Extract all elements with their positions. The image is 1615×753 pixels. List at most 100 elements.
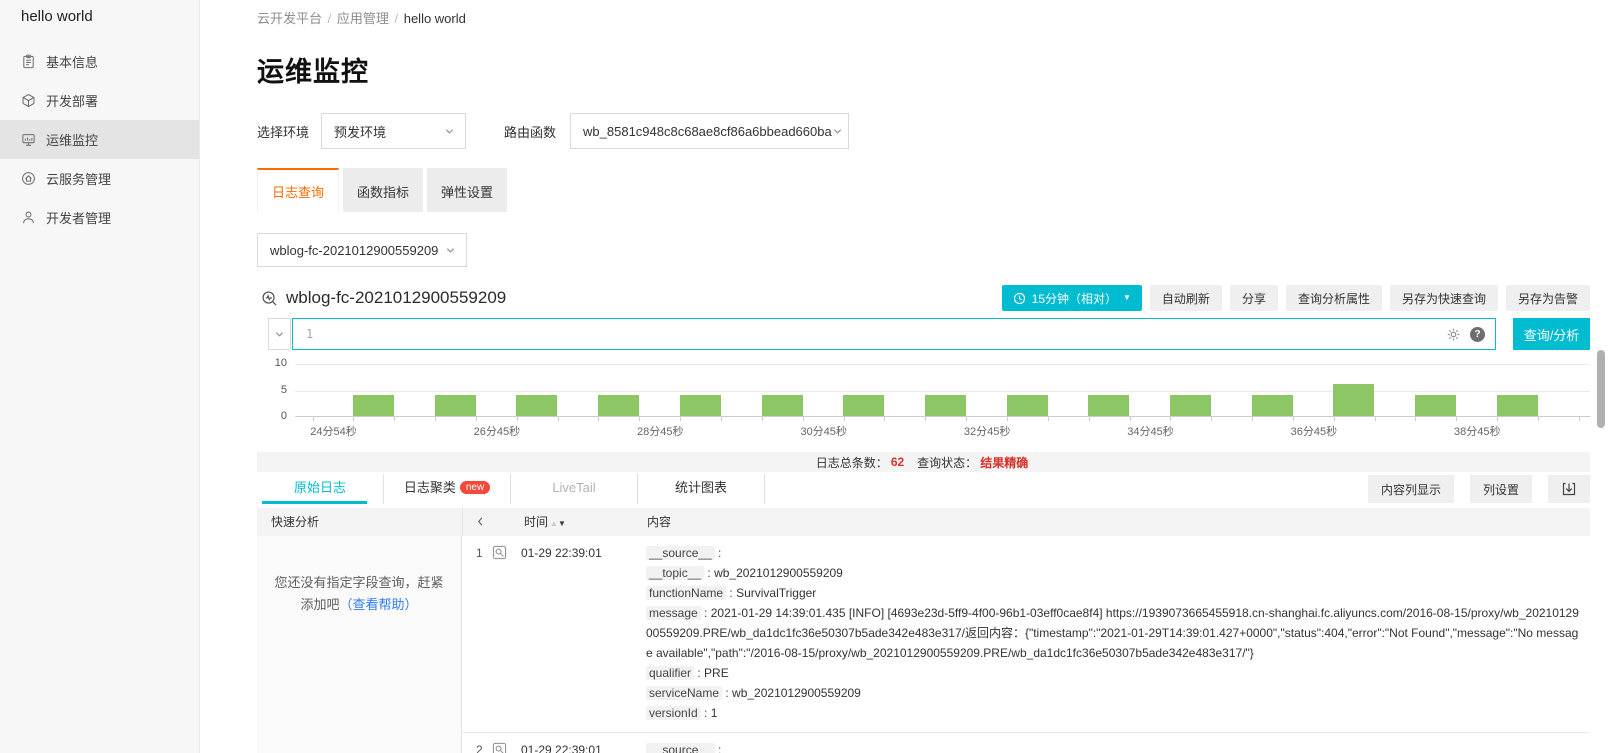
x-axis-tick [598, 417, 599, 421]
log-row-index: 2 [476, 743, 483, 753]
histogram-bar[interactable] [762, 395, 803, 416]
sidebar-item-dev-deploy[interactable]: 开发部署 [0, 81, 199, 120]
collapse-quick-analysis-button[interactable] [475, 516, 486, 527]
gear-icon[interactable] [1446, 327, 1461, 342]
histogram-bar[interactable] [843, 395, 884, 416]
histogram-bar[interactable] [1497, 395, 1538, 416]
zoom-log-icon[interactable] [492, 545, 507, 560]
panel-action-button[interactable]: 另存为告警 [1506, 285, 1590, 311]
panel-action-button[interactable]: 另存为快速查询 [1390, 285, 1498, 311]
histogram-bar[interactable] [516, 395, 557, 416]
sort-desc-icon[interactable]: ▼ [558, 519, 566, 528]
histogram-bar[interactable] [680, 395, 721, 416]
time-range-button[interactable]: 15分钟（相对） ▼ [1002, 285, 1142, 311]
app-title: hello world [0, 0, 199, 25]
result-tab-label: 日志聚类 [404, 480, 456, 495]
x-axis-tick [353, 417, 354, 421]
sidebar-item-ops-monitoring[interactable]: 运维监控 [0, 120, 199, 159]
histogram-bar[interactable] [925, 395, 966, 416]
env-select[interactable]: 预发环境 [321, 113, 466, 149]
x-axis-tick [1293, 417, 1294, 421]
tab-函数指标[interactable]: 函数指标 [343, 168, 423, 212]
histogram-bar[interactable] [598, 395, 639, 416]
histogram-bar[interactable] [1252, 395, 1293, 416]
log-field-key[interactable]: functionName [646, 586, 726, 600]
tab-日志查询[interactable]: 日志查询 [257, 168, 339, 212]
time-column-header[interactable]: 时间▲▼ [524, 508, 566, 538]
log-rows: 101-29 22:39:01__source__ : __topic__ : … [462, 536, 1590, 753]
breadcrumb-item[interactable]: hello world [404, 11, 466, 26]
quick-analysis-panel: 您还没有指定字段查询，赶紧添加吧（查看帮助） [257, 536, 462, 753]
help-icon[interactable]: ? [1470, 327, 1485, 342]
histogram-bar[interactable] [1170, 395, 1211, 416]
panel-action-button[interactable]: 自动刷新 [1150, 285, 1222, 311]
tab-弹性设置[interactable]: 弹性设置 [427, 168, 507, 212]
result-bar: 原始日志 日志聚类 new LiveTail统计图表 内容列显示 列设置 [257, 474, 1590, 504]
content-columns-button[interactable]: 内容列显示 [1368, 475, 1454, 503]
sort-asc-icon[interactable]: ▲ [550, 519, 558, 528]
x-axis-tick-label: 28分45秒 [637, 423, 683, 439]
histogram-bar[interactable] [435, 395, 476, 416]
log-field-separator: : [715, 546, 722, 560]
download-button[interactable] [1548, 475, 1590, 503]
log-field-key[interactable]: versionId [646, 706, 701, 720]
new-badge: new [460, 481, 490, 494]
log-field-key[interactable]: __topic__ [646, 566, 704, 580]
histogram-bar[interactable] [1415, 395, 1456, 416]
query-editor-input[interactable]: 1 ? [292, 318, 1496, 350]
query-analyze-button[interactable]: 查询/分析 [1513, 318, 1590, 350]
histogram-bar[interactable] [1333, 384, 1374, 416]
x-axis-tick [680, 417, 681, 421]
result-tab-LiveTail[interactable]: LiveTail [511, 474, 638, 504]
x-axis-tick [435, 417, 436, 421]
sidebar-item-basic-info[interactable]: 基本信息 [0, 42, 199, 81]
log-field-key[interactable]: __source__ [646, 743, 715, 753]
x-axis-tick [1456, 417, 1457, 421]
histogram-plot: 24分54秒26分45秒28分45秒30分45秒32分45秒34分45秒36分4… [295, 364, 1590, 417]
log-field-key[interactable]: __source__ [646, 546, 715, 560]
log-field-key[interactable]: qualifier [646, 666, 694, 680]
zoom-log-icon[interactable] [492, 742, 507, 753]
log-field-separator: : [722, 686, 732, 700]
x-axis-tick [1130, 417, 1131, 421]
sidebar-item-developer-admin[interactable]: 开发者管理 [0, 198, 199, 237]
histogram-bar[interactable] [1007, 395, 1048, 416]
logstore-select[interactable]: wblog-fc-2021012900559209 [257, 233, 467, 267]
breadcrumb-item[interactable]: 应用管理 [337, 11, 389, 26]
sidebar-item-label: 云服务管理 [46, 169, 111, 188]
x-axis-tick [1497, 417, 1498, 421]
result-tab-统计图表[interactable]: 统计图表 [638, 474, 765, 504]
breadcrumb-item[interactable]: 云开发平台 [257, 11, 322, 26]
editor-collapse-button[interactable] [268, 318, 291, 350]
log-row-time: 01-29 22:39:01 [521, 546, 602, 560]
histogram-bar[interactable] [353, 395, 394, 416]
x-axis-tick [558, 417, 559, 421]
log-row-content: __source__ : __topic__ : wb_202101290055… [646, 543, 1590, 723]
sidebar-item-label: 开发部署 [46, 91, 98, 110]
log-field: functionName : SurvivalTrigger [646, 583, 1582, 603]
panel-action-button[interactable]: 分享 [1230, 285, 1278, 311]
x-axis-tick-label: 32分45秒 [964, 423, 1010, 439]
log-row-meta: 101-29 22:39:01 [462, 543, 646, 723]
histogram-bar[interactable] [1088, 395, 1129, 416]
log-field-key[interactable]: message [646, 606, 701, 620]
result-tab-原始日志[interactable]: 原始日志 [257, 474, 384, 504]
x-axis-tick [517, 417, 518, 421]
log-table-body: 您还没有指定字段查询，赶紧添加吧（查看帮助） 101-29 22:39:01__… [257, 536, 1590, 753]
chevron-down-icon [274, 329, 285, 340]
sidebar-item-cloud-service[interactable]: 云服务管理 [0, 159, 199, 198]
log-field: serviceName : wb_2021012900559209 [646, 683, 1582, 703]
x-axis-tick [1334, 417, 1335, 421]
log-field-separator: : [715, 743, 722, 753]
result-tab-日志聚类[interactable]: 日志聚类 new [384, 474, 511, 504]
route-function-select[interactable]: wb_8581c948c8c68ae8cf86a6bbead660ba [570, 113, 849, 149]
x-axis-tick [721, 417, 722, 421]
breadcrumb-separator: / [322, 11, 337, 26]
sidebar-menu: 基本信息开发部署运维监控云服务管理开发者管理 [0, 42, 199, 237]
log-field-key[interactable]: serviceName [646, 686, 722, 700]
panel-action-button[interactable]: 查询分析属性 [1286, 285, 1382, 311]
view-help-link[interactable]: （查看帮助） [340, 597, 418, 612]
x-axis-tick [1170, 417, 1171, 421]
column-settings-button[interactable]: 列设置 [1470, 475, 1532, 503]
scrollbar-thumb[interactable] [1597, 350, 1605, 428]
